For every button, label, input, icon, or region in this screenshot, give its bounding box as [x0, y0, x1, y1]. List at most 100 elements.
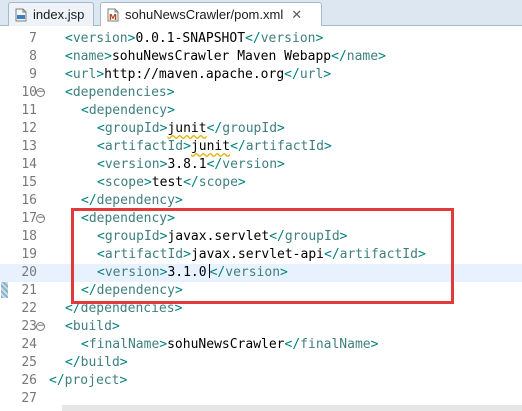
xml-bracket: > — [167, 211, 175, 226]
xml-bracket: < — [65, 319, 73, 334]
code-text: <url>http://maven.apache.org</url> — [65, 66, 331, 84]
xml-tag-name: scope — [104, 175, 144, 190]
xml-bracket: > — [143, 175, 152, 190]
xml-bracket: </ — [81, 283, 97, 298]
xml-bracket: < — [97, 247, 105, 262]
code-line[interactable]: 9 <url>http://maven.apache.org</url> — [0, 66, 522, 84]
code-editor[interactable]: 7 <version>0.0.1-SNAPSHOT</version> 8 < name… — [0, 26, 522, 411]
line-number: 19 — [21, 247, 37, 262]
fold-toggle-icon[interactable]: − — [36, 88, 45, 97]
code-line[interactable]: 21 </dependency> — [0, 282, 522, 300]
xml-bracket: </ — [324, 247, 340, 262]
xml-bracket: > — [370, 337, 379, 352]
tab-label: sohuNewsCrawler/pom.xml — [125, 7, 284, 22]
code-text: <build> — [65, 318, 120, 336]
close-icon[interactable]: ✕ — [291, 7, 302, 23]
xml-bracket: > — [183, 247, 191, 262]
code-text: <scope>test</scope> — [97, 174, 246, 192]
xml-bracket: > — [280, 265, 288, 280]
code-text: <version>0.0.1-SNAPSHOT</version> — [65, 30, 323, 48]
line-number: 21 — [21, 283, 37, 298]
xml-text: junit — [167, 121, 207, 136]
xml-text: test — [151, 175, 184, 190]
xml-bracket: < — [65, 49, 73, 64]
code-line[interactable]: 12 <groupId>junit</groupId> — [0, 120, 522, 138]
code-line[interactable]: 19 <artifactId>javax.servlet-api</artifac… — [0, 246, 522, 264]
fold-toggle-icon[interactable]: − — [36, 214, 45, 223]
xml-tag-name: groupId — [104, 121, 160, 136]
xml-bracket: </ — [331, 49, 347, 64]
xml-tag-name: url — [299, 67, 324, 82]
line-number: 25 — [21, 355, 37, 370]
xml-bracket: < — [81, 337, 89, 352]
code-line[interactable]: 15 <scope>test</scope> — [0, 174, 522, 192]
code-text: <dependency> — [81, 102, 175, 120]
xml-bracket: > — [111, 319, 120, 334]
code-line[interactable]: 14 <version>3.8.1</version> — [0, 156, 522, 174]
xml-bracket: < — [97, 121, 105, 136]
xml-tag-name: artifactId — [104, 247, 184, 262]
code-line[interactable]: 13 <artifactId>junit</artifactId> — [0, 138, 522, 156]
code-text: <finalName>sohuNewsCrawler</finalName> — [81, 336, 378, 354]
xml-tag-name: groupId — [222, 121, 278, 136]
tab-label: index.jsp — [33, 7, 85, 22]
xml-bracket: < — [97, 175, 105, 190]
line-number: 12 — [21, 121, 37, 136]
xml-bracket: < — [97, 157, 105, 172]
xml-text: 0.0.1-SNAPSHOT — [135, 31, 246, 46]
xml-tag-name: dependency — [88, 211, 168, 226]
code-text: </build> — [65, 354, 128, 372]
line-number: 15 — [21, 175, 37, 190]
xml-bracket: </ — [81, 193, 97, 208]
xml-bracket: </ — [65, 301, 81, 316]
xml-tag-name: dependency — [96, 193, 175, 208]
xml-text: javax.servlet — [167, 229, 270, 244]
xml-bracket: </ — [65, 355, 81, 370]
svg-text:M: M — [109, 13, 117, 22]
tab-pom-xml[interactable]: M sohuNewsCrawler/pom.xml ✕ — [100, 2, 322, 26]
horizontal-scrollbar[interactable] — [62, 405, 522, 411]
line-number: 11 — [21, 103, 37, 118]
maven-file-icon: M — [107, 8, 119, 22]
code-line[interactable]: 23− <build> — [0, 318, 522, 336]
line-number: 20 — [21, 265, 37, 280]
xml-bracket: > — [119, 355, 128, 370]
code-line[interactable]: 11 <dependency> — [0, 102, 522, 120]
line-number: 13 — [21, 139, 37, 154]
line-number: 8 — [29, 49, 37, 64]
xml-tag-name: build — [80, 355, 120, 370]
code-line[interactable]: 7 <version>0.0.1-SNAPSHOT</version> — [0, 30, 522, 48]
tab-index-jsp[interactable]: index.jsp — [8, 2, 94, 26]
xml-tag-name: version — [260, 31, 316, 46]
xml-bracket: > — [417, 247, 426, 262]
xml-bracket: > — [183, 139, 191, 154]
code-line[interactable]: 8 <name>sohuNewsCrawler Maven Webapp</nam… — [0, 48, 522, 66]
code-line[interactable]: 25 </build> — [0, 354, 522, 372]
xml-tag-name: name — [346, 49, 379, 64]
xml-bracket: > — [166, 85, 175, 100]
xml-tag-name: finalName — [300, 337, 371, 352]
code-text: <name>sohuNewsCrawler Maven Webapp</name… — [65, 48, 386, 66]
code-line[interactable]: 22 </dependencies> — [0, 300, 522, 318]
xml-bracket: > — [104, 49, 112, 64]
code-line[interactable]: 18 <groupId>javax.servlet</groupId> — [0, 228, 522, 246]
xml-bracket: > — [339, 229, 348, 244]
xml-bracket: > — [174, 283, 183, 298]
xml-bracket: </ — [206, 157, 223, 172]
xml-bracket: </ — [269, 229, 285, 244]
code-line[interactable]: 24 <finalName>sohuNewsCrawler</finalName> — [0, 336, 522, 354]
xml-tag-name: dependencies — [72, 85, 167, 100]
code-line[interactable]: 17− <dependency> — [0, 210, 522, 228]
code-text: <groupId>javax.servlet</groupId> — [97, 228, 347, 246]
xml-bracket: > — [96, 67, 105, 82]
line-number: 23 — [21, 319, 37, 334]
code-line[interactable]: 10− <dependencies> — [0, 84, 522, 102]
code-line[interactable]: 20 <version>3.1.0 </version> — [0, 264, 522, 282]
xml-tag-name: dependencies — [80, 301, 175, 316]
xml-tag-name: version — [225, 265, 281, 280]
line-number: 26 — [21, 373, 37, 388]
code-line[interactable]: 26 </project> — [0, 372, 522, 390]
xml-bracket: > — [324, 139, 332, 154]
code-line[interactable]: 16 </dependency> — [0, 192, 522, 210]
fold-toggle-icon[interactable]: − — [36, 322, 45, 331]
